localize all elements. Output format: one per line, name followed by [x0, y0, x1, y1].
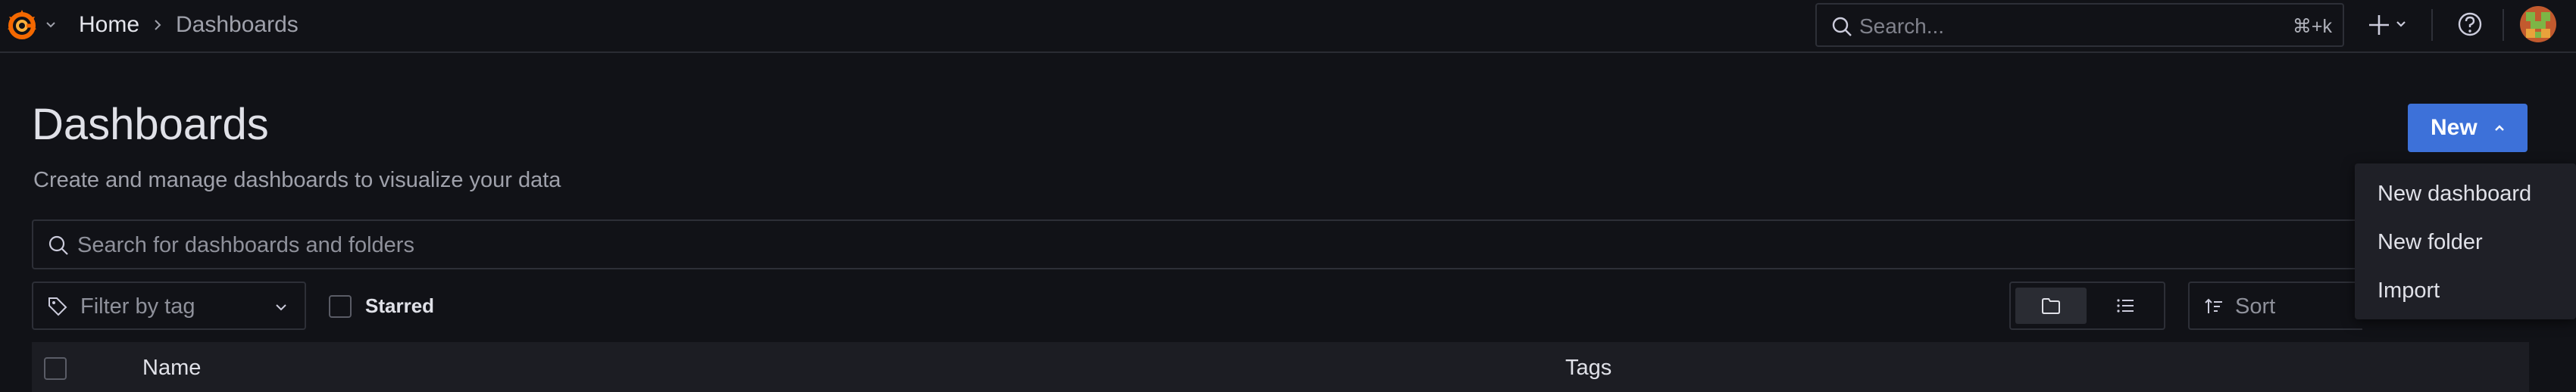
menu-item-new-folder[interactable]: New folder	[2355, 218, 2576, 266]
column-header-tags: Tags	[1565, 356, 1612, 380]
menu-item-label: New folder	[2377, 230, 2483, 254]
help-icon[interactable]	[2455, 9, 2485, 39]
tag-filter-label: Filter by tag	[80, 294, 195, 319]
starred-label[interactable]: Starred	[365, 291, 434, 321]
grafana-logo-icon[interactable]	[3, 6, 41, 44]
toolbar-divider	[2431, 9, 2433, 41]
page-title: Dashboards	[32, 100, 269, 149]
new-button[interactable]: New	[2408, 104, 2528, 152]
page-subtitle: Create and manage dashboards to visualiz…	[33, 168, 561, 192]
new-button-label: New	[2431, 115, 2478, 140]
chevron-down-icon[interactable]	[42, 17, 59, 33]
toolbar-divider	[2503, 9, 2504, 41]
sort-icon	[2203, 296, 2224, 317]
menu-item-new-dashboard[interactable]: New dashboard	[2355, 170, 2576, 218]
starred-checkbox[interactable]	[329, 295, 352, 318]
search-shortcut: ⌘+k	[2292, 16, 2332, 37]
sort-label: Sort	[2235, 294, 2276, 319]
folder-view-button[interactable]	[2015, 288, 2087, 324]
search-icon	[1830, 15, 1853, 38]
chevron-right-icon	[148, 16, 167, 34]
tag-icon	[47, 296, 68, 317]
breadcrumb-current: Dashboards	[176, 12, 299, 37]
table-header: Name Tags	[32, 342, 2529, 392]
chevron-down-icon	[273, 299, 289, 316]
dashboard-search-input[interactable]: Search for dashboards and folders	[32, 219, 2453, 269]
menu-item-label: Import	[2377, 278, 2440, 303]
sort-select[interactable]: Sort	[2188, 282, 2362, 330]
chevron-up-icon	[2493, 121, 2506, 135]
list-icon	[2117, 299, 2134, 313]
search-placeholder: Search...	[1859, 14, 1945, 38]
select-all-checkbox[interactable]	[44, 357, 67, 380]
add-menu-button[interactable]	[2362, 6, 2418, 44]
menu-item-import[interactable]: Import	[2355, 266, 2576, 315]
plus-icon	[2369, 15, 2389, 35]
search-icon	[47, 234, 70, 257]
column-header-name[interactable]: Name	[142, 353, 201, 383]
top-search-input[interactable]: Search... ⌘+k	[1815, 3, 2344, 47]
dashboard-search-placeholder: Search for dashboards and folders	[77, 233, 414, 257]
view-mode-toggle	[2009, 282, 2165, 330]
top-bar: Home Dashboards Search... ⌘+k	[0, 0, 2576, 53]
avatar[interactable]	[2520, 6, 2556, 42]
tag-filter-select[interactable]: Filter by tag	[32, 282, 306, 330]
breadcrumb-home[interactable]: Home	[79, 10, 139, 40]
list-view-button[interactable]	[2090, 288, 2161, 324]
folder-icon	[2042, 298, 2060, 314]
new-dropdown-menu: New dashboard New folder Import	[2355, 163, 2576, 319]
menu-item-label: New dashboard	[2377, 182, 2532, 206]
